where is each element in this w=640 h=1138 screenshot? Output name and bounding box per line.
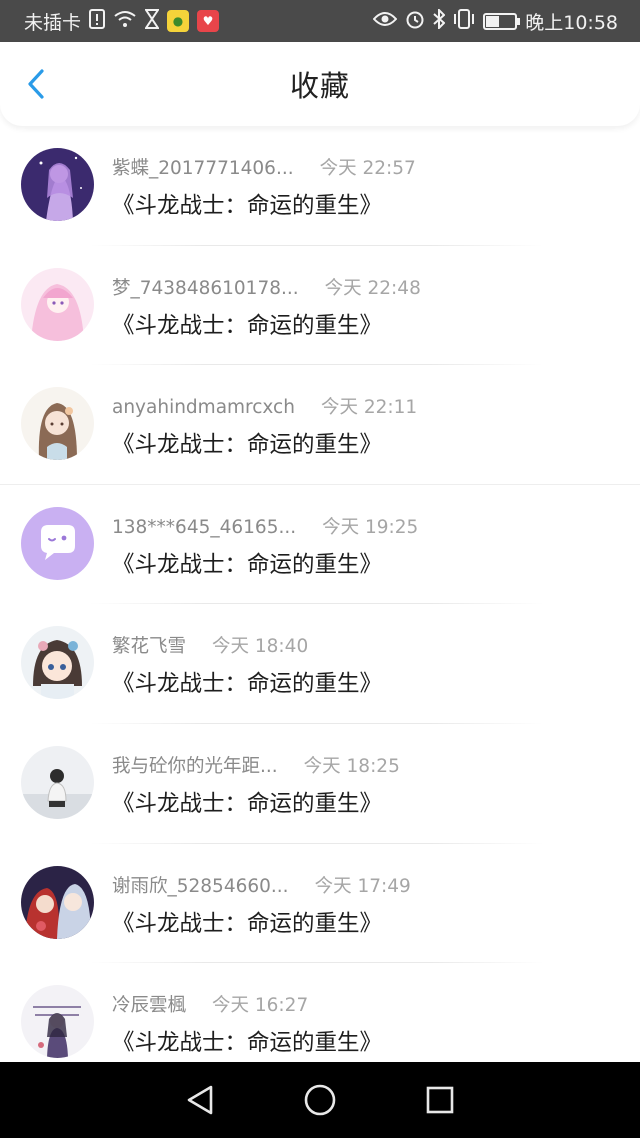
favorite-item[interactable]: anyahindmamrcxch 今天 22:11 《斗龙战士：命运的重生》 [0, 365, 640, 485]
chevron-left-icon [28, 69, 44, 99]
back-triangle-icon [187, 1085, 213, 1115]
favorite-item[interactable]: 谢雨欣_52854660... 今天 17:49 《斗龙战士：命运的重生》 [0, 844, 640, 964]
timestamp: 今天 17:49 [314, 875, 411, 897]
user-name: 谢雨欣_52854660... [112, 875, 289, 897]
status-bar-left: 未插卡 ● ♥ [24, 8, 220, 35]
battery-level [486, 15, 500, 27]
hourglass-icon [144, 9, 160, 33]
vibrate-icon [453, 9, 475, 33]
book-title: 《斗龙战士：命运的重生》 [112, 432, 383, 459]
timestamp: 今天 16:27 [212, 995, 309, 1017]
sim-alert-icon [89, 9, 106, 33]
alarm-icon [405, 9, 425, 33]
user-name: 138***645_46165... [112, 516, 297, 538]
favorite-item[interactable]: 繁花飞雪 今天 18:40 《斗龙战士：命运的重生》 [0, 604, 640, 724]
navigation-bar [0, 1062, 640, 1138]
user-avatar[interactable] [21, 267, 94, 341]
user-avatar[interactable] [21, 626, 94, 700]
nav-recent-button[interactable] [415, 1075, 465, 1125]
item-meta: 冷辰雲楓 今天 16:27 [112, 991, 308, 1017]
user-name: 冷辰雲楓 [112, 995, 187, 1017]
user-name: anyahindmamrcxch [112, 397, 295, 419]
user-name: 繁花飞雪 [112, 636, 187, 658]
book-title: 《斗龙战士：命运的重生》 [112, 193, 383, 219]
timestamp: 今天 18:40 [212, 636, 309, 658]
app-badge-yellow-icon: ● [167, 10, 190, 32]
carrier-text: 未插卡 [24, 11, 82, 34]
user-avatar[interactable] [21, 506, 94, 580]
user-name: 梦_743848610178... [112, 277, 299, 299]
favorite-item[interactable]: 138***645_46165... 今天 19:25 《斗龙战士：命运的重生》 [0, 485, 640, 605]
status-bar: 未插卡 ● ♥ 晚上10:58 [0, 0, 640, 42]
item-meta: 谢雨欣_52854660... 今天 17:49 [112, 872, 411, 898]
timestamp: 今天 18:25 [303, 755, 400, 777]
item-meta: 138***645_46165... 今天 19:25 [112, 513, 418, 539]
header: 收藏 [0, 42, 640, 126]
back-button[interactable] [16, 62, 56, 106]
user-name: 紫蝶_2017771406... [112, 158, 294, 179]
page-title: 收藏 [289, 69, 350, 103]
user-name: 我与砼你的光年距... [112, 755, 278, 777]
user-avatar[interactable] [21, 387, 94, 461]
timestamp: 今天 19:25 [322, 516, 419, 538]
clock-text: 晚上10:58 [525, 11, 618, 34]
item-meta: 我与砼你的光年距... 今天 18:25 [112, 752, 400, 778]
timestamp: 今天 22:57 [319, 158, 416, 179]
nav-home-button[interactable] [295, 1075, 345, 1125]
item-meta: anyahindmamrcxch 今天 22:11 [112, 393, 417, 419]
favorites-list[interactable]: 紫蝶_2017771406... 今天 22:57 《斗龙战士：命运的重生》 梦_74… [0, 126, 640, 1083]
recent-square-icon [426, 1086, 454, 1114]
app-badge-red-icon: ♥ [197, 10, 220, 32]
bluetooth-icon [433, 7, 446, 33]
favorite-item[interactable]: 我与砼你的光年距... 今天 18:25 《斗龙战士：命运的重生》 [0, 724, 640, 844]
book-title: 《斗龙战士：命运的重生》 [112, 1030, 383, 1057]
book-title: 《斗龙战士：命运的重生》 [112, 910, 383, 937]
user-avatar[interactable] [21, 745, 94, 819]
user-avatar[interactable] [21, 865, 94, 939]
wifi-icon [113, 10, 137, 32]
user-avatar[interactable] [21, 148, 94, 221]
timestamp: 今天 22:48 [324, 277, 421, 299]
home-circle-icon [304, 1084, 336, 1116]
eye-icon [372, 11, 398, 31]
item-meta: 紫蝶_2017771406... 今天 22:57 [112, 154, 416, 180]
book-title: 《斗龙战士：命运的重生》 [112, 790, 383, 817]
item-meta: 梦_743848610178... 今天 22:48 [112, 274, 421, 300]
battery-icon [483, 12, 521, 30]
book-title: 《斗龙战士：命运的重生》 [112, 551, 383, 578]
timestamp: 今天 22:11 [320, 397, 418, 419]
item-meta: 繁花飞雪 今天 18:40 [112, 632, 308, 658]
favorite-item[interactable]: 梦_743848610178... 今天 22:48 《斗龙战士：命运的重生》 [0, 246, 640, 366]
book-title: 《斗龙战士：命运的重生》 [112, 312, 383, 339]
favorite-item[interactable]: 紫蝶_2017771406... 今天 22:57 《斗龙战士：命运的重生》 [0, 126, 640, 246]
book-title: 《斗龙战士：命运的重生》 [112, 671, 383, 698]
user-avatar[interactable] [21, 985, 94, 1059]
status-bar-right: 晚上10:58 [372, 7, 618, 35]
nav-back-button[interactable] [175, 1075, 225, 1125]
